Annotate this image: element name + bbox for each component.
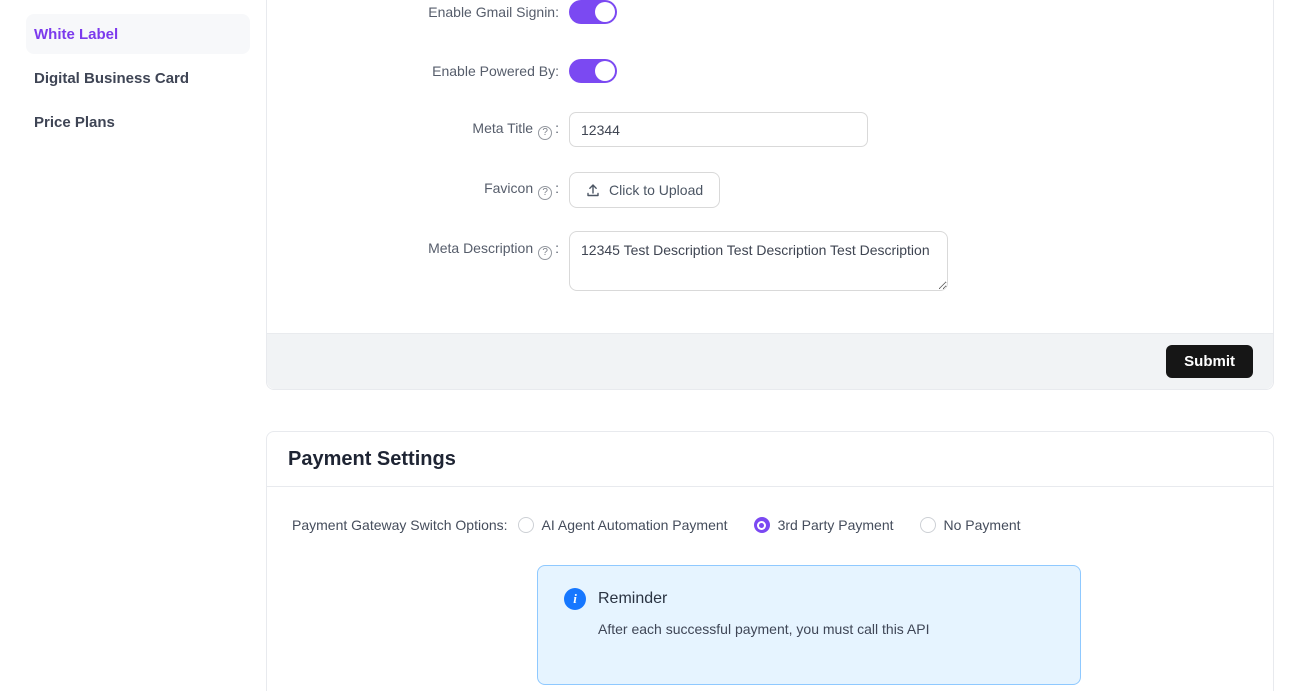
payment-settings-header: Payment Settings xyxy=(267,432,1273,487)
payment-settings-title: Payment Settings xyxy=(288,448,456,471)
reminder-title: Reminder xyxy=(598,590,667,608)
sidebar-item-digital-business-card[interactable]: Digital Business Card xyxy=(26,58,250,98)
sidebar-item-white-label[interactable]: White Label xyxy=(26,14,250,54)
upload-button-label: Click to Upload xyxy=(609,182,703,198)
payment-gateway-options-label: Payment Gateway Switch Options: xyxy=(292,517,508,533)
radio-label: AI Agent Automation Payment xyxy=(542,517,728,533)
meta-title-input[interactable] xyxy=(569,112,868,147)
question-circle-icon[interactable]: ? xyxy=(538,246,552,260)
favicon-upload-button[interactable]: Click to Upload xyxy=(569,172,720,208)
toggle-knob xyxy=(595,2,615,22)
radio-ai-agent-automation-payment[interactable]: AI Agent Automation Payment xyxy=(518,517,728,533)
meta-description-label: Meta Description?: xyxy=(267,231,569,260)
radio-no-payment[interactable]: No Payment xyxy=(920,517,1021,533)
white-label-form: Enable Gmail Signin: Enable Powered By: … xyxy=(267,0,1273,333)
meta-description-textarea[interactable]: 12345 Test Description Test Description … xyxy=(569,231,948,291)
radio-3rd-party-payment[interactable]: 3rd Party Payment xyxy=(754,517,894,533)
favicon-row: Favicon?: Click to Upload xyxy=(267,172,1273,208)
reminder-alert: i Reminder After each successful payment… xyxy=(537,565,1081,685)
payment-gateway-row: Payment Gateway Switch Options: AI Agent… xyxy=(292,517,1273,533)
gmail-signin-toggle[interactable] xyxy=(569,0,617,24)
settings-sidebar: White Label Digital Business Card Price … xyxy=(26,14,250,146)
payment-gateway-radio-group: AI Agent Automation Payment 3rd Party Pa… xyxy=(518,517,1047,533)
sidebar-item-label: Price Plans xyxy=(34,114,115,131)
powered-by-row: Enable Powered By: xyxy=(267,59,1273,83)
radio-unchecked-icon xyxy=(920,517,936,533)
reminder-header: i Reminder xyxy=(564,588,1056,610)
radio-label: 3rd Party Payment xyxy=(778,517,894,533)
radio-unchecked-icon xyxy=(518,517,534,533)
form-footer: Submit xyxy=(267,333,1273,389)
powered-by-toggle[interactable] xyxy=(569,59,617,83)
sidebar-item-price-plans[interactable]: Price Plans xyxy=(26,102,250,142)
meta-description-row: Meta Description?: 12345 Test Descriptio… xyxy=(267,231,1273,291)
radio-checked-icon xyxy=(754,517,770,533)
gmail-signin-label: Enable Gmail Signin: xyxy=(267,4,569,20)
radio-label: No Payment xyxy=(944,517,1021,533)
toggle-knob xyxy=(595,61,615,81)
meta-title-label: Meta Title?: xyxy=(267,120,569,140)
submit-button[interactable]: Submit xyxy=(1166,345,1253,378)
reminder-description: After each successful payment, you must … xyxy=(598,621,1056,637)
info-icon: i xyxy=(564,588,586,610)
powered-by-label: Enable Powered By: xyxy=(267,63,569,79)
payment-settings-card: Payment Settings Payment Gateway Switch … xyxy=(266,431,1274,691)
question-circle-icon[interactable]: ? xyxy=(538,126,552,140)
favicon-label: Favicon?: xyxy=(267,180,569,200)
question-circle-icon[interactable]: ? xyxy=(538,186,552,200)
sidebar-item-label: White Label xyxy=(34,26,118,43)
meta-title-row: Meta Title?: xyxy=(267,112,1273,147)
payment-settings-body: Payment Gateway Switch Options: AI Agent… xyxy=(267,487,1273,685)
sidebar-item-label: Digital Business Card xyxy=(34,70,189,87)
upload-icon xyxy=(586,183,600,197)
gmail-signin-row: Enable Gmail Signin: xyxy=(267,0,1273,24)
main-content: Enable Gmail Signin: Enable Powered By: … xyxy=(266,0,1274,691)
white-label-card: Enable Gmail Signin: Enable Powered By: … xyxy=(266,0,1274,390)
